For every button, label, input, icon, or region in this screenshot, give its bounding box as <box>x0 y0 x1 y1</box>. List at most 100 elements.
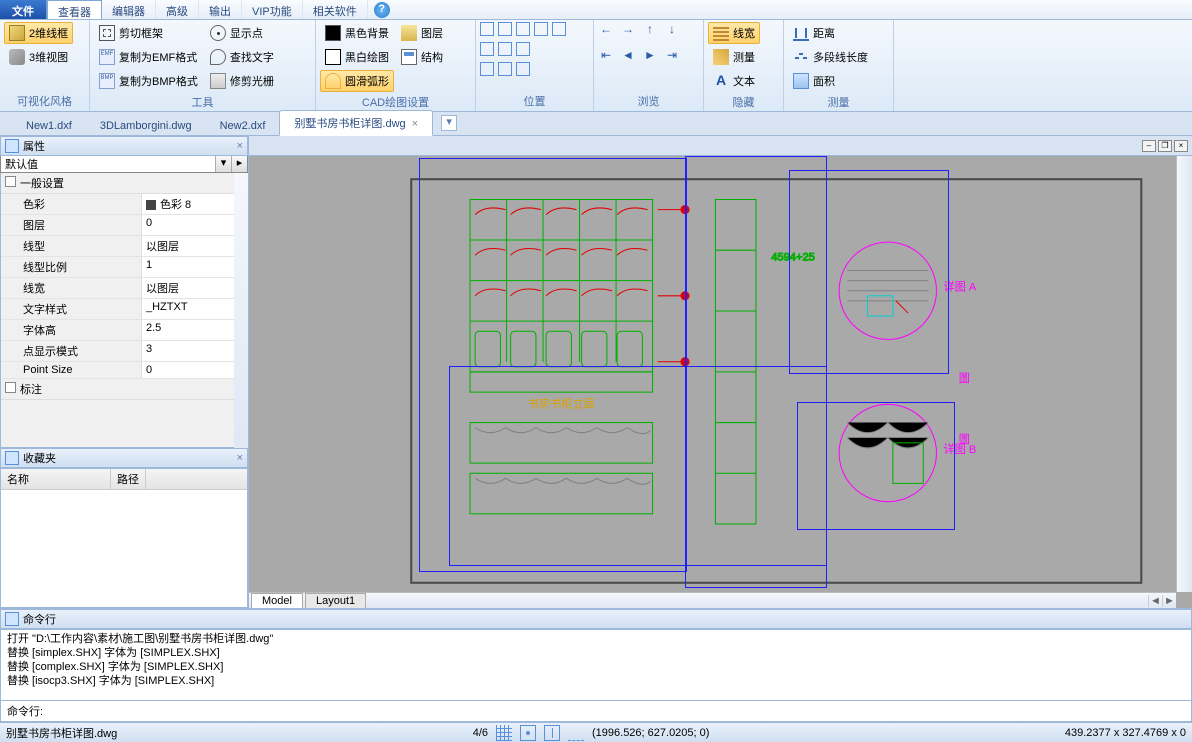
property-value[interactable]: 0 <box>141 215 247 235</box>
scroll-right-icon[interactable]: ► <box>1162 595 1176 607</box>
menu-viewer[interactable]: 查看器 <box>47 0 102 19</box>
property-value[interactable]: 以图层 <box>141 278 247 298</box>
btn-lineweight[interactable]: 线宽 <box>708 22 760 44</box>
menu-output[interactable]: 输出 <box>199 0 242 19</box>
btn-2d-wireframe[interactable]: 2维线框 <box>4 22 73 44</box>
property-row[interactable]: 点显示模式3 <box>1 341 247 362</box>
properties-scrollbar[interactable] <box>234 173 248 448</box>
btn-bw-drawing[interactable]: 黑白绘图 <box>320 46 394 68</box>
file-tab-2[interactable]: New2.dxf <box>206 116 280 136</box>
btn-layers[interactable]: 图层 <box>396 22 448 44</box>
menu-advanced[interactable]: 高级 <box>156 0 199 19</box>
canvas-scrollbar-vertical[interactable] <box>1176 156 1192 592</box>
point-icon <box>210 25 226 41</box>
btn-structure[interactable]: 结构 <box>396 46 448 68</box>
minimize-icon[interactable]: – <box>1142 140 1156 152</box>
btn-3d-view[interactable]: 3维视图 <box>4 46 73 68</box>
file-tab-1[interactable]: 3DLamborgini.dwg <box>86 116 206 136</box>
nav-prev-icon[interactable]: ◄ <box>620 48 636 64</box>
nav-last-icon[interactable]: ⇥ <box>664 48 680 64</box>
nav-next-icon[interactable]: ► <box>642 48 658 64</box>
property-row[interactable]: 图层0 <box>1 215 247 236</box>
ortho-toggle-icon[interactable] <box>544 725 560 741</box>
btn-show-points[interactable]: 显示点 <box>205 22 279 44</box>
layout-tab-layout1[interactable]: Layout1 <box>305 593 366 609</box>
btn-crop-frame[interactable]: 剪切框架 <box>94 22 203 44</box>
snap-toggle-icon[interactable] <box>520 725 536 741</box>
canvas[interactable]: 书房书柜立面 4594+25 <box>249 156 1192 608</box>
command-input[interactable] <box>49 701 1191 721</box>
zoom-out-icon[interactable] <box>534 22 548 36</box>
property-row[interactable]: 字体高2.5 <box>1 320 247 341</box>
properties-selector-input[interactable] <box>1 156 215 172</box>
property-value[interactable]: 2.5 <box>141 320 247 340</box>
btn-trim-raster[interactable]: 修剪光栅 <box>205 70 279 92</box>
favorites-close-icon[interactable]: × <box>237 452 243 464</box>
property-row[interactable]: Point Size0 <box>1 362 247 379</box>
btn-copy-bmp[interactable]: BMP复制为BMP格式 <box>94 70 203 92</box>
property-row[interactable]: 线型比例1 <box>1 257 247 278</box>
polyline-icon <box>793 49 809 65</box>
close-icon[interactable]: × <box>1174 140 1188 152</box>
command-log[interactable]: 打开 "D:\工作内容\素材\施工图\别墅书房书柜详图.dwg" 替换 [sim… <box>0 629 1192 701</box>
property-row[interactable]: 色彩色彩 8 <box>1 194 247 215</box>
scroll-left-icon[interactable]: ◄ <box>1148 595 1162 607</box>
btn-hide-measure[interactable]: 测量 <box>708 46 760 68</box>
file-tab-3[interactable]: 别墅书房书柜详图.dwg× <box>279 110 433 136</box>
layout-tab-model[interactable]: Model <box>251 593 303 609</box>
nav-up-icon[interactable]: ↑ <box>642 22 658 38</box>
zoom-in-icon[interactable] <box>516 22 530 36</box>
btn-find-text[interactable]: 查找文字 <box>205 46 279 68</box>
property-value[interactable]: 1 <box>141 257 247 277</box>
nav-right-icon[interactable]: → <box>620 22 636 38</box>
tracking-toggle-icon[interactable] <box>568 725 584 741</box>
btn-copy-emf[interactable]: EMF复制为EMF格式 <box>94 46 203 68</box>
file-tab-0[interactable]: New1.dxf <box>12 116 86 136</box>
property-value[interactable]: 3 <box>141 341 247 361</box>
btn-polyline-length[interactable]: 多段线长度 <box>788 46 873 68</box>
btn-area[interactable]: 面积 <box>788 70 873 92</box>
property-row[interactable]: 线宽以图层 <box>1 278 247 299</box>
property-value[interactable]: 以图层 <box>141 236 247 256</box>
nav-down-icon[interactable]: ↓ <box>664 22 680 38</box>
zoom-window-icon[interactable] <box>480 22 494 36</box>
zoom-scale-icon[interactable] <box>516 42 530 56</box>
btn-smooth-arc[interactable]: 圆滑弧形 <box>320 70 394 92</box>
tab-overflow-button[interactable]: ▾ <box>441 115 457 131</box>
menu-file[interactable]: 文件 <box>0 0 47 19</box>
favorites-col-path[interactable]: 路径 <box>111 469 146 489</box>
property-row[interactable]: 文字样式_HZTXT <box>1 299 247 320</box>
pan-icon[interactable] <box>552 22 566 36</box>
menu-related[interactable]: 相关软件 <box>303 0 368 19</box>
properties-selector-dropdown[interactable]: ▾ <box>215 156 231 172</box>
nav-first-icon[interactable]: ⇤ <box>598 48 614 64</box>
canvas-scrollbar-horizontal[interactable]: Model Layout1 ◄► <box>249 592 1176 608</box>
menu-editor[interactable]: 编辑器 <box>102 0 156 19</box>
properties-close-icon[interactable]: × <box>237 140 243 152</box>
center-icon[interactable] <box>498 62 512 76</box>
property-row[interactable]: 线型以图层 <box>1 236 247 257</box>
property-value[interactable]: 色彩 8 <box>141 194 247 214</box>
property-value[interactable]: _HZTXT <box>141 299 247 319</box>
btn-distance[interactable]: 距离 <box>788 22 873 44</box>
favorites-col-name[interactable]: 名称 <box>1 469 111 489</box>
property-value[interactable]: 0 <box>141 362 247 378</box>
prop-category-general[interactable]: 一般设置 <box>1 173 247 194</box>
zoom-prev-icon[interactable] <box>480 42 494 56</box>
property-key: 文字样式 <box>1 299 141 319</box>
zoom-extents-icon[interactable] <box>498 22 512 36</box>
btn-hide-text[interactable]: A文本 <box>708 70 760 92</box>
properties-selector-apply[interactable]: ▸ <box>231 156 247 172</box>
btn-black-bg[interactable]: 黑色背景 <box>320 22 394 44</box>
menu-vip[interactable]: VIP功能 <box>242 0 303 19</box>
restore-icon[interactable]: ❐ <box>1158 140 1172 152</box>
help-icon[interactable]: ? <box>374 2 390 18</box>
fit-icon[interactable] <box>480 62 494 76</box>
menu-bar: 文件 查看器 编辑器 高级 输出 VIP功能 相关软件 ? <box>0 0 1192 20</box>
region-icon[interactable] <box>516 62 530 76</box>
nav-left-icon[interactable]: ← <box>598 22 614 38</box>
close-tab-icon[interactable]: × <box>412 118 418 130</box>
prop-category-annotation[interactable]: 标注 <box>1 379 247 400</box>
zoom-all-icon[interactable] <box>498 42 512 56</box>
grid-toggle-icon[interactable] <box>496 725 512 741</box>
